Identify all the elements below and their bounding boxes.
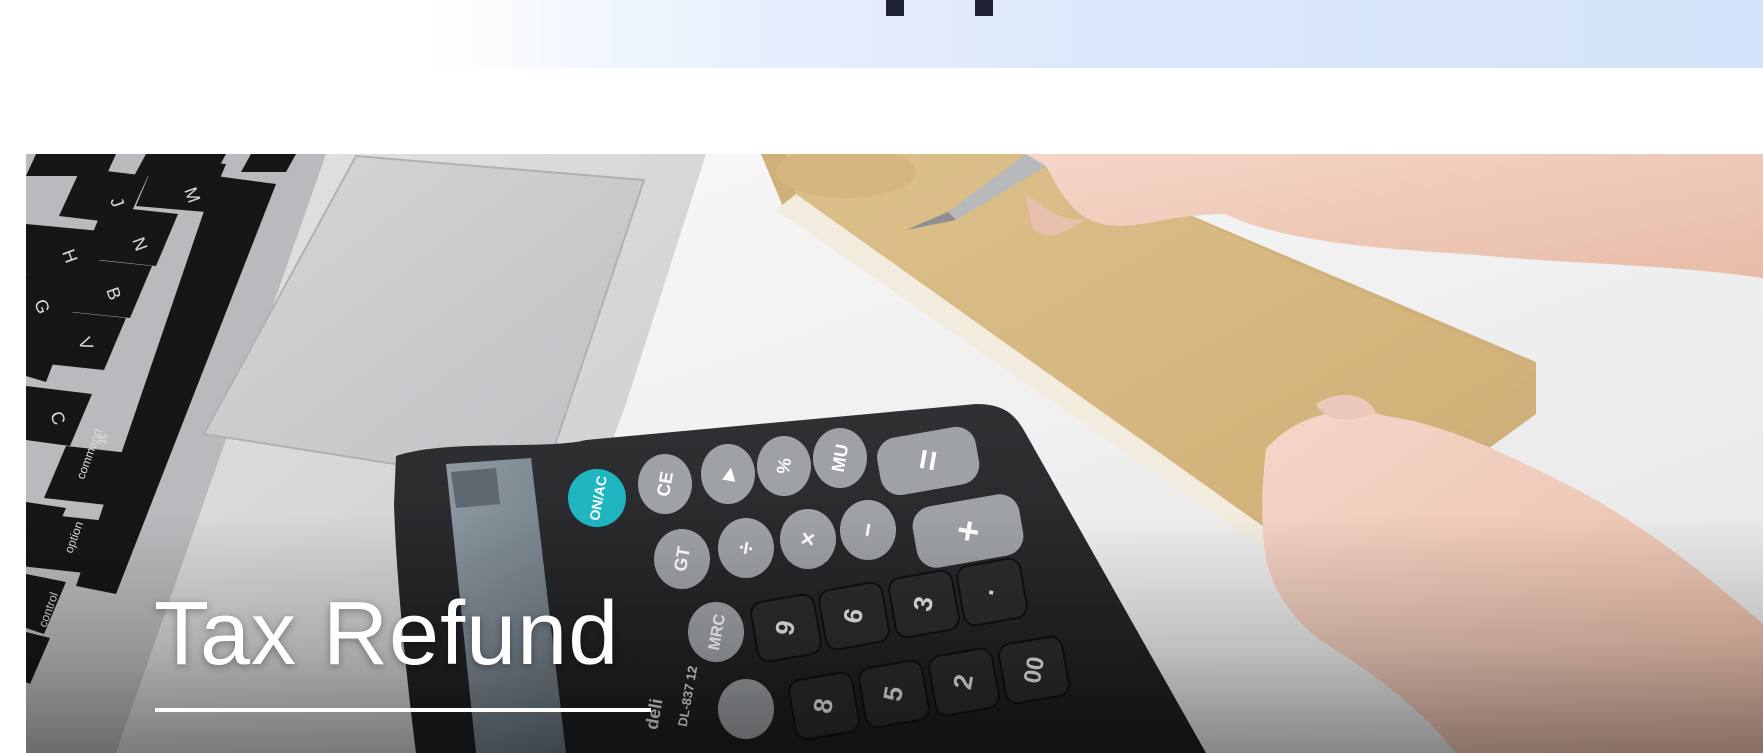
key-ce: CE xyxy=(653,470,677,498)
key-percent: % xyxy=(773,456,795,475)
hero-title: Tax Refund xyxy=(154,584,620,684)
key-double-zero: 00 xyxy=(1019,655,1050,686)
hero-title-underline xyxy=(155,708,651,712)
hero-card[interactable]: M J N H B G V C ⌘ command option control xyxy=(26,154,1763,753)
banner-glyph-left xyxy=(886,0,904,16)
top-banner xyxy=(0,0,1763,68)
page: M J N H B G V C ⌘ command option control xyxy=(0,0,1763,753)
banner-glyph-right xyxy=(975,0,993,16)
key-gt: GT xyxy=(670,545,694,573)
